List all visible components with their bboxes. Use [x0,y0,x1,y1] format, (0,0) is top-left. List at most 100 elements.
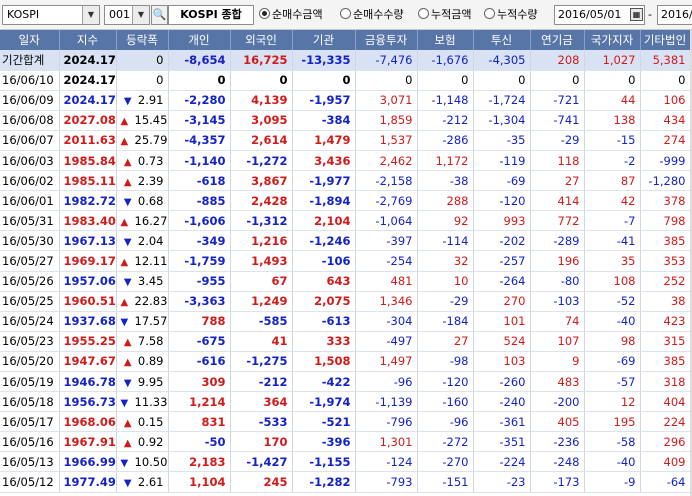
value-cell: -240 [473,391,531,413]
value-cell: -272 [417,431,474,453]
value-cell: 993 [473,210,531,232]
column-header[interactable]: 금융투자 [355,30,418,50]
triangle-down-icon: ▼ [120,397,129,409]
table-row[interactable]: 16/06/07 2011.63 ▲ 25.79 -4,357 2,614 1,479 1,5… [0,130,691,151]
date-cell: 16/05/13 [0,451,60,473]
table-row[interactable]: 16/06/01 1982.72 ▼ 0.68 -885 2,428 -1,894 -2,76… [0,190,691,212]
change-value: 25.79 [134,133,168,148]
column-header[interactable]: 기관 [292,30,356,50]
value-cell: -69 [473,170,531,192]
radio-label: 순매수수량 [353,8,404,21]
table-row[interactable]: 16/05/30 1967.13 ▼ 2.04 -349 1,216 -1,246 -397-… [0,230,691,252]
table-row[interactable]: 16/05/13 1966.99 ▼ 10.50 2,183 -1,427 -1,155 -1… [0,451,691,473]
value-cell: 101 [473,311,531,332]
table-row[interactable]: 16/05/27 1969.17 ▲ 12.11 -1,759 1,493 -106 -254… [0,250,691,272]
table-row[interactable]: 16/05/17 1968.06 ▲ 0.15 831 -533 -521 -796 -96 -3… [0,411,691,433]
value-cell: -3,145 [168,110,231,131]
value-cell: -4,305 [473,50,531,71]
calendar-icon[interactable]: ▦ [630,8,643,21]
value-cell: -1,304 [473,110,531,131]
chevron-down-icon[interactable]: ▼ [132,6,149,24]
triangle-up-icon: ▲ [120,216,129,228]
table-row[interactable]: 16/06/09 2024.17 ▼ 2.91 -2,280 4,139 -1,957 3,0… [0,90,691,111]
index-cell: 2024.17 [59,50,117,71]
column-header[interactable]: 지수 [59,30,117,50]
end-date-field[interactable]: 2016/06/10 [657,5,692,25]
date-cell: 16/05/25 [0,291,60,312]
chevron-down-icon[interactable]: ▼ [82,6,99,24]
date-cell: 16/05/16 [0,431,60,453]
value-cell: -200 [530,391,585,413]
column-header[interactable]: 국가지자 [584,30,641,50]
search-icon[interactable]: 🔍 [151,5,168,25]
change-value: 17.57 [134,314,168,329]
value-cell: 1,172 [417,150,474,172]
radio-net-amount[interactable]: 순매수금액 [259,7,323,23]
value-cell: 434 [640,110,691,131]
change-cell: ▲ 12.11 [116,250,169,272]
table-row[interactable]: 16/06/08 2027.08 ▲ 15.45 -3,145 3,095 -384 1,85… [0,110,691,131]
value-cell: -585 [230,311,293,332]
end-date-value: 2016/06/10 [661,8,692,21]
value-cell: -260 [473,371,531,393]
index-cell: 1967.13 [59,230,117,252]
market-select[interactable]: KOSPI ▼ [2,5,100,25]
value-cell: -96 [355,371,418,393]
table-row[interactable]: 16/06/10 2024.17 0 0 0 0 0 0 0 0 0 0 [0,70,691,91]
change-cell: ▼ 2.91 [116,90,169,111]
radio-cum-quantity[interactable]: 누적수량 [484,7,537,23]
table-row[interactable]: 16/05/20 1947.67 ▲ 0.89 -616 -1,275 1,508 1,497… [0,351,691,373]
table-row[interactable]: 16/05/26 1957.06 ▼ 3.45 -955 67 643 481 10 -264 -8… [0,271,691,292]
code-select[interactable]: 001 ▼ [104,5,150,25]
change-cell: ▲ 2.39 [116,170,169,192]
table-row[interactable]: 16/05/23 1955.25 ▲ 7.58 -675 41 333 -497 27 524 10… [0,331,691,352]
value-cell: 106 [640,90,691,111]
value-cell: 414 [530,190,585,212]
table-row[interactable]: 16/05/18 1956.73 ▼ 11.33 1,214 364 -1,974 -1,13… [0,391,691,413]
column-header[interactable]: 기타법인 [640,30,691,50]
table-row[interactable]: 16/05/12 1977.49 ▼ 2.61 1,104 245 -1,282 -793 -1… [0,471,691,493]
date-cell: 16/05/24 [0,311,60,332]
value-cell: 1,537 [355,130,418,151]
value-cell: -1,139 [355,391,418,413]
value-cell: -286 [417,130,474,151]
column-header[interactable]: 투신 [473,30,531,50]
value-cell: -8,654 [168,50,231,71]
triangle-up-icon: ▲ [123,176,132,188]
value-cell: 385 [640,351,691,373]
value-cell: -1,282 [292,471,356,493]
value-cell: -57 [584,371,641,393]
triangle-down-icon: ▼ [123,196,132,208]
triangle-up-icon: ▲ [123,156,132,168]
table-row[interactable]: 16/05/25 1960.51 ▲ 22.83 -3,363 1,249 2,075 1,3… [0,291,691,312]
change-value: 10.50 [134,454,168,469]
column-header[interactable]: 보험 [417,30,474,50]
column-header[interactable]: 등락폭 [116,30,169,50]
value-cell: -264 [473,271,531,292]
index-cell: 1968.06 [59,411,117,433]
summary-row[interactable]: 기간합계 2024.17 0 -8,654 16,725 -13,335 -7,476 -1,… [0,50,691,71]
table-row[interactable]: 16/05/19 1946.78 ▼ 9.95 309 -212 -422 -96 -120 -2… [0,371,691,393]
date-cell: 16/06/07 [0,130,60,151]
value-cell: 118 [530,150,585,172]
table-row[interactable]: 16/05/24 1937.68 ▼ 17.57 788 -585 -613 -304 -184… [0,311,691,332]
column-header[interactable]: 일자 [0,30,60,50]
value-cell: -224 [473,451,531,473]
start-date-field[interactable]: 2016/05/01 ▦ [554,5,645,25]
table-row[interactable]: 16/05/16 1967.91 ▲ 0.92 -50 170 -396 1,301 -272-… [0,431,691,453]
column-header[interactable]: 개인 [168,30,231,50]
index-cell: 2024.17 [59,90,117,111]
radio-net-quantity[interactable]: 순매수수량 [340,7,404,23]
value-cell: 409 [640,451,691,473]
table-row[interactable]: 16/06/03 1985.84 ▲ 0.73 -1,140 -1,272 3,436 2,4… [0,150,691,172]
table-row[interactable]: 16/05/31 1983.40 ▲ 16.27 -1,606 -1,312 2,104 -1… [0,210,691,232]
column-header[interactable]: 외국인 [230,30,293,50]
value-cell: 0 [584,70,641,91]
value-cell: 772 [530,210,585,232]
column-header[interactable]: 연기금 [530,30,585,50]
value-cell: -1,272 [230,150,293,172]
value-cell: 481 [355,271,418,292]
value-cell: 38 [640,291,691,312]
radio-cum-amount[interactable]: 누적금액 [418,7,471,23]
table-row[interactable]: 16/06/02 1985.11 ▲ 2.39 -618 3,867 -1,977 -2,15… [0,170,691,192]
